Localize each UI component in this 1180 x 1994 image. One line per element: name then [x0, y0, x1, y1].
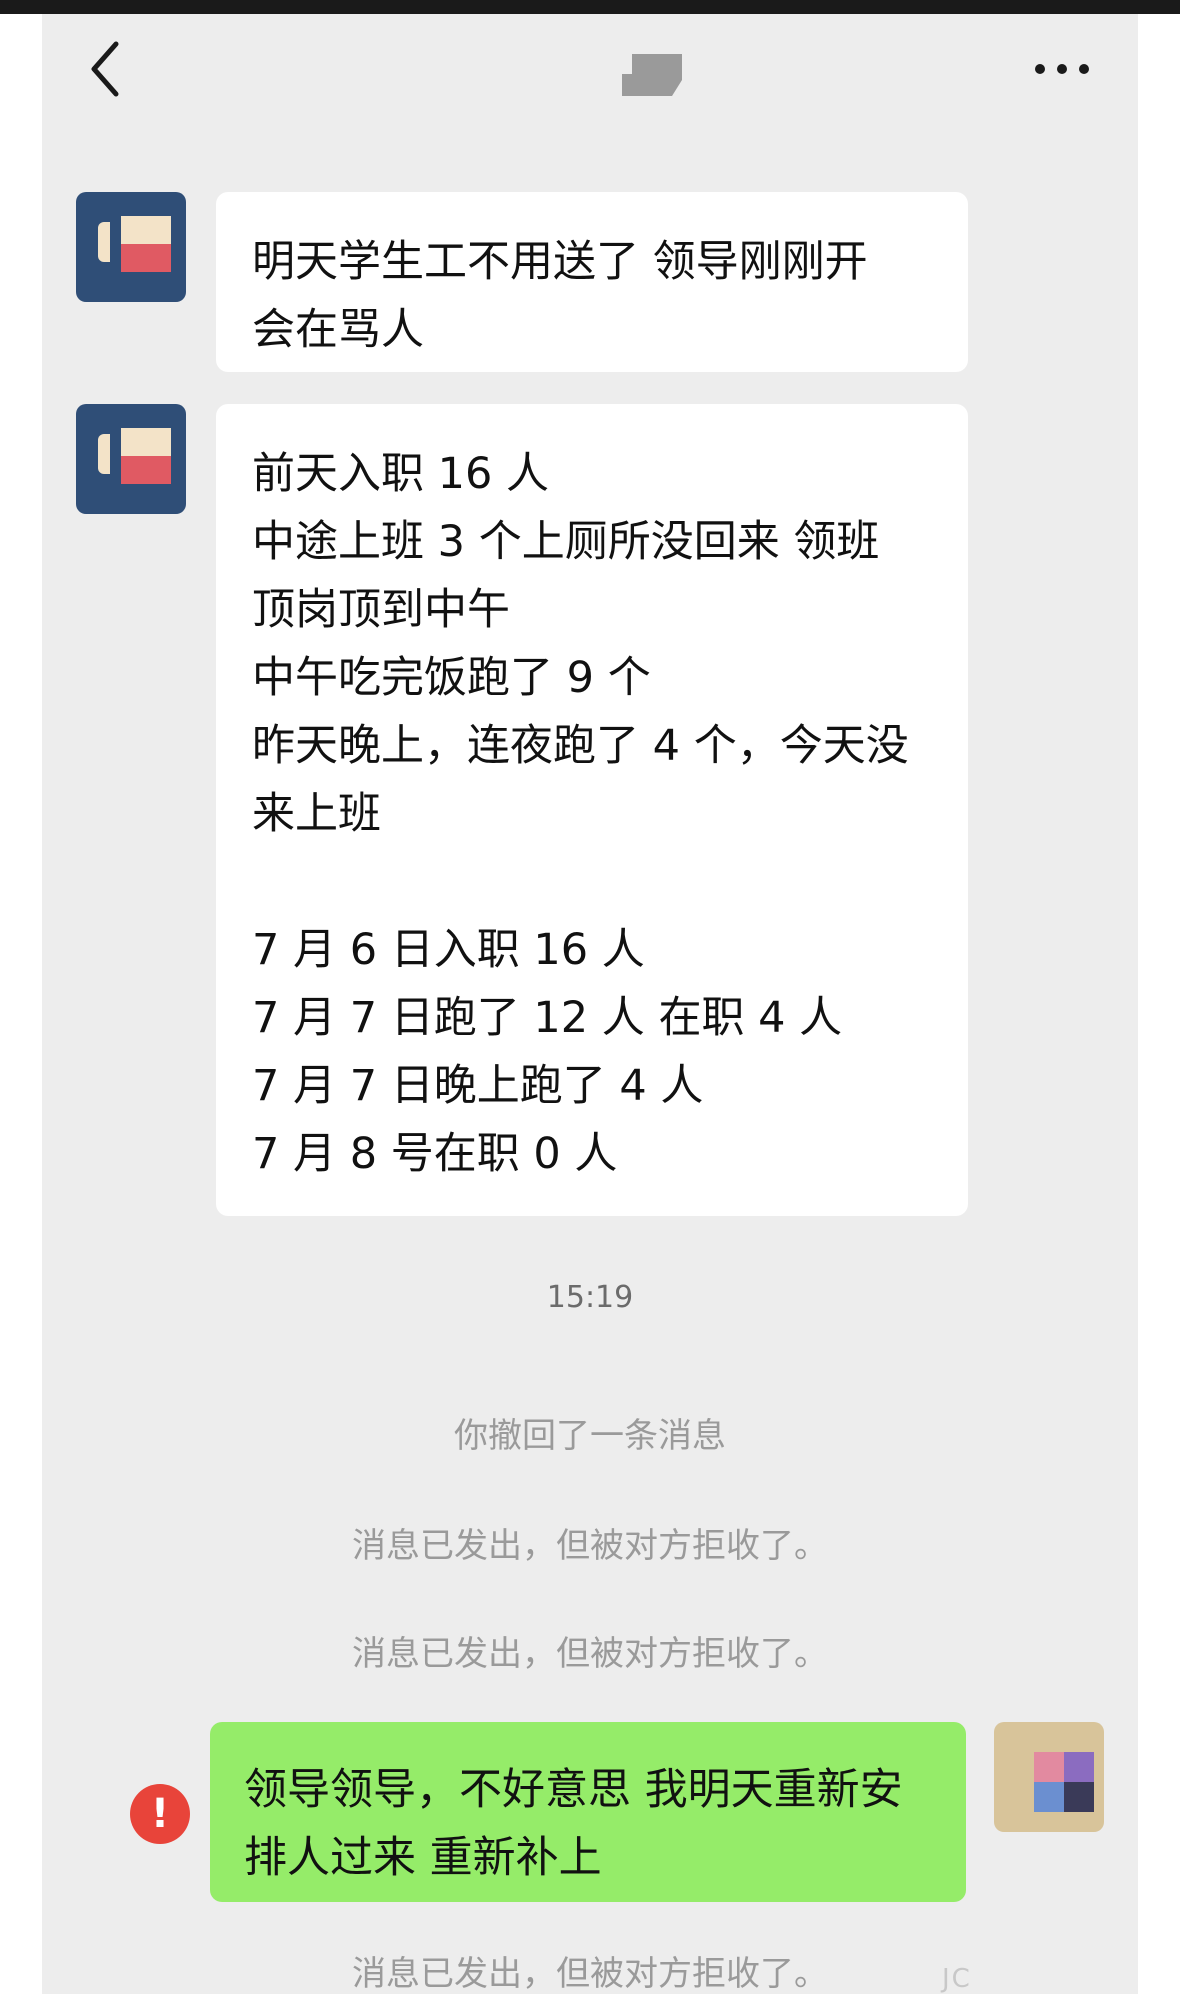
message-line: 7 月 6 日入职 16 人 — [252, 925, 645, 975]
message-line: 领导领导，不好意思 我明天重新安 — [244, 1765, 903, 1815]
message-line: 中途上班 3 个上厕所没回来 领班 — [252, 517, 880, 567]
contact-avatar[interactable] — [76, 404, 186, 514]
back-button[interactable] — [72, 34, 142, 104]
rejected-notice: 消息已发出，但被对方拒收了。 — [352, 1526, 828, 1566]
message-bubble-incoming[interactable]: 明天学生工不用送了 领导刚刚开 会在骂人 — [216, 192, 968, 372]
more-dots-icon — [1035, 64, 1089, 74]
message-line: 来上班 — [252, 789, 381, 839]
message-line: 7 月 8 号在职 0 人 — [252, 1129, 618, 1179]
watermark: JC — [942, 1964, 972, 1994]
chevron-left-icon — [91, 41, 119, 97]
message-line: 顶岗顶到中午 — [252, 585, 510, 635]
phone-frame: 明天学生工不用送了 领导刚刚开 会在骂人 前天入职 16 人 中途上班 3 个上… — [0, 0, 1180, 1994]
rejected-notice: 消息已发出，但被对方拒收了。 — [352, 1634, 828, 1674]
message-line: 中午吃完饭跑了 9 个 — [252, 653, 651, 703]
nav-bar — [42, 14, 1138, 124]
self-avatar[interactable] — [994, 1722, 1104, 1832]
message-line: 前天入职 16 人 — [252, 449, 550, 499]
chat-screen[interactable]: 明天学生工不用送了 领导刚刚开 会在骂人 前天入职 16 人 中途上班 3 个上… — [42, 14, 1138, 1994]
message-line: 7 月 7 日跑了 12 人 在职 4 人 — [252, 993, 843, 1043]
message-line: 7 月 7 日晚上跑了 4 人 — [252, 1061, 704, 1111]
contact-name-redacted — [602, 44, 692, 104]
more-button[interactable] — [1022, 44, 1102, 94]
message-line: 明天学生工不用送了 领导刚刚开 — [252, 237, 868, 287]
message-bubble-incoming[interactable]: 前天入职 16 人 中途上班 3 个上厕所没回来 领班 顶岗顶到中午 中午吃完饭… — [216, 404, 968, 1216]
contact-avatar[interactable] — [76, 192, 186, 302]
message-timestamp: 15:19 — [546, 1280, 634, 1315]
rejected-notice: 消息已发出，但被对方拒收了。 — [352, 1954, 828, 1994]
recall-notice: 你撤回了一条消息 — [454, 1416, 726, 1456]
message-bubble-outgoing[interactable]: 领导领导，不好意思 我明天重新安 排人过来 重新补上 — [210, 1722, 966, 1902]
message-line: 昨天晚上，连夜跑了 4 个，今天没 — [252, 721, 909, 771]
message-line: 排人过来 重新补上 — [244, 1833, 602, 1883]
error-icon[interactable]: ! — [130, 1784, 190, 1844]
top-strip — [0, 0, 1180, 14]
message-line: 会在骂人 — [252, 305, 424, 355]
